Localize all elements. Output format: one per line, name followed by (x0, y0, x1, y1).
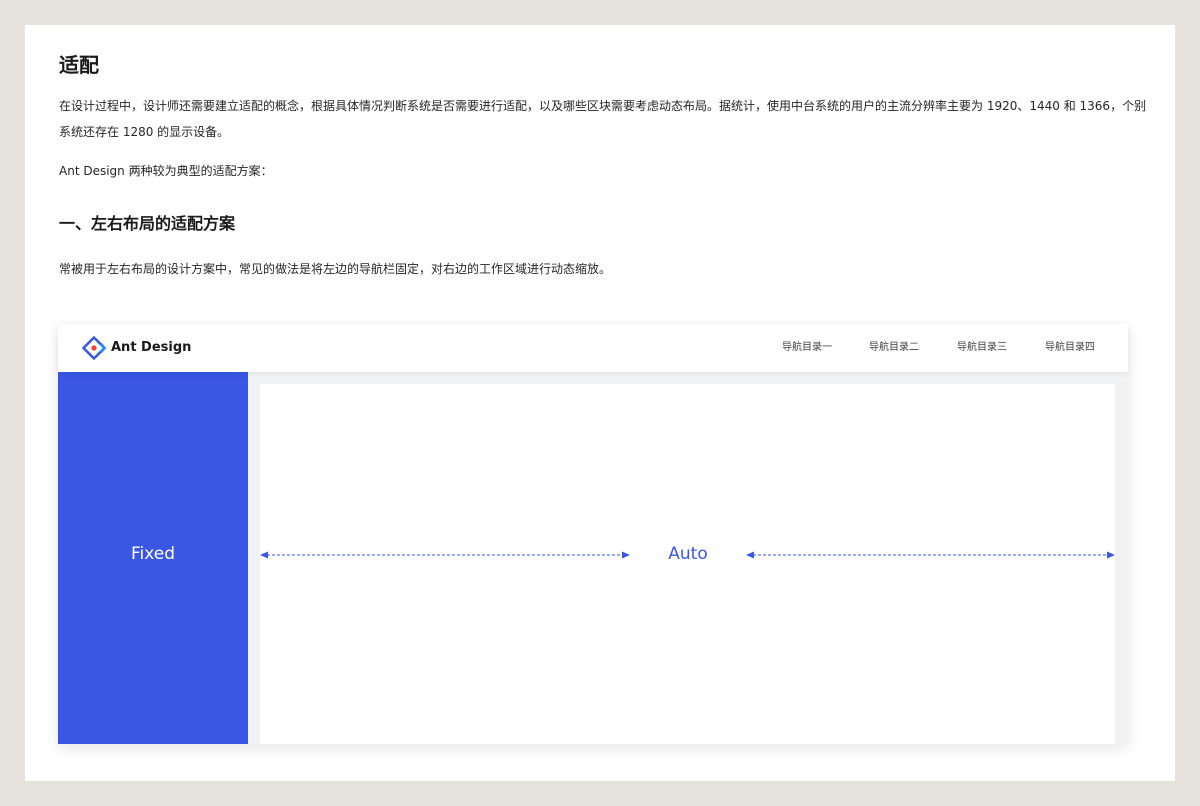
page-title: 适配 (59, 53, 99, 77)
fixed-sidebar: Fixed (58, 372, 248, 744)
nav-item-2[interactable]: 导航目录二 (869, 340, 919, 356)
auto-content-area: Auto (260, 384, 1115, 744)
fixed-label: Fixed (130, 544, 176, 564)
nav-item-1[interactable]: 导航目录一 (782, 340, 832, 356)
nav-item-3[interactable]: 导航目录三 (957, 340, 1007, 356)
illustration-header: Ant Design 导航目录一 导航目录二 导航目录三 导航目录四 (58, 324, 1128, 372)
document-card: 适配 在设计过程中，设计师还需要建立适配的概念，根据具体情况判断系统是否需要进行… (25, 25, 1175, 781)
schemes-intro-paragraph: Ant Design 两种较为典型的适配方案： (59, 164, 273, 178)
ant-design-logo-icon (82, 336, 106, 360)
layout-illustration: Ant Design 导航目录一 导航目录二 导航目录三 导航目录四 Fixed… (58, 324, 1128, 744)
auto-label: Auto (668, 544, 708, 564)
right-double-arrow-icon (746, 551, 1115, 559)
section-paragraph: 常被用于左右布局的设计方案中，常见的做法是将左边的导航栏固定，对右边的工作区域进… (59, 262, 612, 276)
intro-paragraph: 在设计过程中，设计师还需要建立适配的概念，根据具体情况判断系统是否需要进行适配，… (59, 99, 1147, 139)
brand-name: Ant Design (111, 340, 192, 355)
left-double-arrow-icon (260, 551, 630, 559)
section-title: 一、左右布局的适配方案 (59, 214, 236, 233)
nav-item-4[interactable]: 导航目录四 (1045, 340, 1095, 356)
